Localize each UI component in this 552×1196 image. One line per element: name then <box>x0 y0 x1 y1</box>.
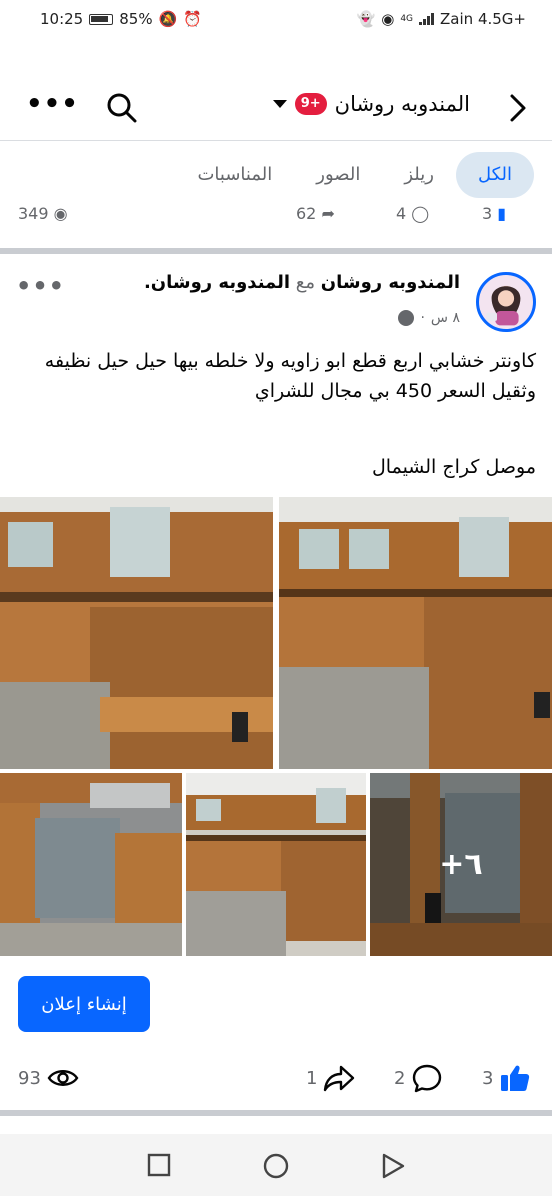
status-right: 👻 ◉ 4G Zain 4.5G+ <box>357 10 526 28</box>
like-icon <box>501 1065 530 1091</box>
post-photo-3[interactable] <box>0 773 182 956</box>
status-time: 10:25 <box>40 10 84 28</box>
post-reactions-row: 93 1 2 3 <box>0 1060 552 1096</box>
mute-icon: 🔕 <box>158 10 178 28</box>
post-text: كاونتر خشابي اربع قطع ابو زاويه ولا خلطه… <box>44 350 536 402</box>
previous-post-stats: 349 ◉ 62 ➦ 4 ◯ 3 ▮ <box>0 206 552 234</box>
create-ad-button[interactable]: إنشاء إعلان <box>18 976 150 1032</box>
tab-reels[interactable]: ريلز <box>382 152 456 198</box>
post-author-line: المندوبه روشان مع المندوبه روشان. <box>144 272 460 293</box>
tab-photos[interactable]: الصور <box>294 152 382 198</box>
search-icon[interactable] <box>106 92 138 124</box>
prev-comments: 4 ◯ <box>396 206 430 223</box>
network-type: 4G <box>400 14 414 24</box>
prev-likes: 3 ▮ <box>482 206 507 223</box>
post-location: موصل كراج الشيمال <box>372 456 536 478</box>
eye-icon: ◉ <box>53 206 68 223</box>
post-separator <box>0 248 552 254</box>
system-navbar <box>0 1134 552 1196</box>
comment-icon <box>413 1064 442 1093</box>
more-photos-overlay[interactable]: +٦ <box>370 773 552 956</box>
page-header: ••• 9+ المندوبه روشان <box>0 78 552 138</box>
share-icon <box>324 1065 355 1092</box>
battery-percent: 85% <box>119 10 153 28</box>
tab-events[interactable]: المناسبات <box>175 152 294 198</box>
notification-badge: 9+ <box>294 93 327 115</box>
status-left: 10:25 85% 🔕 ⏰ <box>40 10 202 28</box>
chevron-right-icon[interactable] <box>508 92 528 124</box>
comment-icon: ◯ <box>411 206 430 223</box>
home-icon[interactable] <box>262 1152 290 1180</box>
share-button[interactable]: 1 <box>306 1060 355 1096</box>
caret-down-icon[interactable] <box>272 100 287 108</box>
page-title[interactable]: المندوبه روشان <box>335 92 470 116</box>
alarm-icon: ⏰ <box>183 10 202 28</box>
post-time[interactable]: ٨ س <box>431 310 460 326</box>
post-author[interactable]: المندوبه روشان <box>321 272 460 293</box>
views-count[interactable]: 93 <box>18 1060 79 1096</box>
battery-icon <box>89 13 114 25</box>
page-title-group[interactable]: 9+ المندوبه روشان <box>272 92 470 116</box>
status-bar: 10:25 85% 🔕 ⏰ 👻 ◉ 4G Zain 4.5G+ <box>0 0 552 38</box>
signal-icon <box>419 13 435 25</box>
like-icon: ▮ <box>497 206 507 223</box>
tagged-user[interactable]: المندوبه روشان. <box>144 272 290 293</box>
profile-tabs: الكل ريلز الصور المناسبات <box>0 150 552 200</box>
prev-shares: 62 ➦ <box>296 206 335 223</box>
eye-icon <box>47 1070 79 1086</box>
avatar[interactable] <box>476 272 536 332</box>
post-bottom-separator <box>0 1110 552 1116</box>
record-icon: ◉ <box>381 10 395 28</box>
header-divider <box>0 140 552 141</box>
post-photo-1[interactable] <box>0 497 273 769</box>
with-word: مع <box>295 272 316 293</box>
post-photo-2[interactable] <box>279 497 552 769</box>
meta-dot: · <box>420 310 425 326</box>
recents-icon[interactable] <box>146 1152 172 1178</box>
carrier-name: Zain 4.5G+ <box>440 10 526 28</box>
prev-views: 349 ◉ <box>18 206 68 223</box>
comment-button[interactable]: 2 <box>394 1060 443 1096</box>
post-meta: ٨ س · <box>398 310 460 326</box>
back-icon[interactable] <box>380 1152 406 1180</box>
share-icon: ➦ <box>321 206 335 223</box>
post-photo-5[interactable]: +٦ <box>370 773 552 956</box>
post-photo-4[interactable] <box>186 773 366 956</box>
globe-icon <box>398 310 415 326</box>
snapchat-icon: 👻 <box>356 10 376 28</box>
tab-all[interactable]: الكل <box>455 152 534 198</box>
like-button[interactable]: 3 <box>482 1060 531 1096</box>
more-horizontal-icon[interactable]: ••• <box>26 91 79 117</box>
post-more-icon[interactable]: ••• <box>16 274 65 298</box>
